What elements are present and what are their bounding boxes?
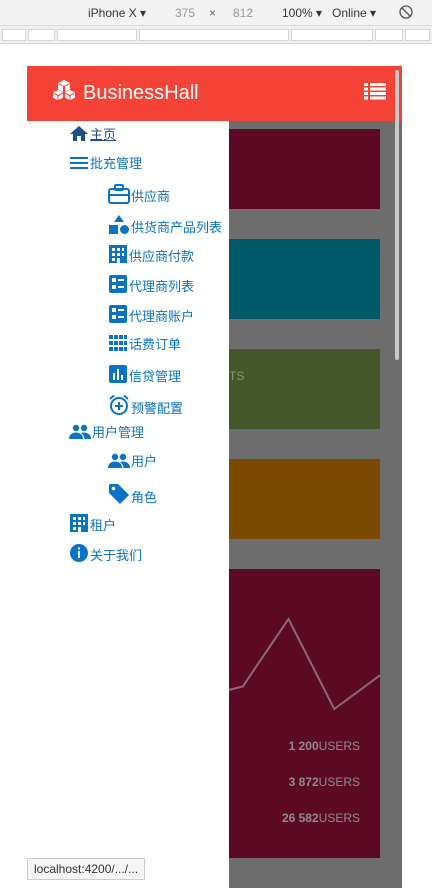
nav-item-users[interactable]: 用户 <box>108 453 157 469</box>
nav-label: 预警配置 <box>131 401 184 416</box>
building-icon <box>70 514 88 532</box>
stat-row: 3 872USERS <box>289 775 360 789</box>
nav-item-agent-account[interactable]: 代理商账户 <box>108 304 194 324</box>
stat-value: 3 872 <box>288 775 319 789</box>
nav-label: 关于我们 <box>90 548 143 563</box>
nav-item-credit[interactable]: 信贷管理 <box>108 364 181 384</box>
height-field[interactable]: 812 <box>233 6 253 20</box>
nav-item-alerts[interactable]: 预警配置 <box>108 394 183 416</box>
stat-unit: USERS <box>318 775 360 789</box>
nav-drawer: 主页 批充管理 供应商 供货商产品列表 供应商付款 代理商列表 代理商账户 话费… <box>27 121 229 888</box>
brand[interactable]: BusinessHall <box>51 79 199 107</box>
nav-label: 供应商 <box>131 189 171 204</box>
device-toolbar: iPhone X ▾ 375 × 812 100% ▾ Online ▾ <box>0 0 432 26</box>
list-box-icon <box>109 305 127 323</box>
card-faint-label: TS <box>229 369 245 383</box>
nav-label: 主页 <box>90 127 117 142</box>
nav-item-users-mgmt[interactable]: 用户管理 <box>69 424 144 440</box>
building-icon <box>109 245 127 263</box>
grid-icon <box>109 335 127 351</box>
nav-label: 批充管理 <box>90 156 143 171</box>
info-icon <box>70 544 88 562</box>
briefcase-icon <box>108 184 130 204</box>
nav-item-supplier-payment[interactable]: 供应商付款 <box>108 244 194 264</box>
app-frame: BusinessHall TS 1 200USERS 3 872USERS 26… <box>27 66 402 888</box>
cubes-logo-icon <box>51 79 77 107</box>
alarm-add-icon <box>109 394 129 415</box>
app-header: BusinessHall <box>27 66 402 121</box>
nav-label: 用户 <box>131 454 158 469</box>
dimension-separator: × <box>209 6 217 20</box>
zoom-label: 100% <box>282 6 313 20</box>
nav-item-home[interactable]: 主页 <box>69 125 116 142</box>
nav-item-tenant[interactable]: 租户 <box>69 513 116 533</box>
device-label: iPhone X <box>88 6 137 20</box>
nav-label: 话费订单 <box>129 337 182 352</box>
rotate-icon[interactable] <box>398 4 414 23</box>
network-label: Online <box>332 6 367 20</box>
status-bar-url: localhost:4200/.../... <box>27 858 146 880</box>
zoom-select[interactable]: 100% ▾ <box>282 6 322 20</box>
nav-item-batch[interactable]: 批充管理 <box>69 155 142 171</box>
nav-item-supplier[interactable]: 供应商 <box>108 184 170 204</box>
nav-label: 角色 <box>131 490 158 505</box>
list-icon <box>364 83 386 100</box>
nav-label: 用户管理 <box>92 425 145 440</box>
list-box-icon <box>109 275 127 293</box>
bar-chart-icon <box>109 365 127 383</box>
brand-title: BusinessHall <box>83 81 199 104</box>
stat-unit: USERS <box>318 739 360 753</box>
nav-label: 代理商账户 <box>129 309 195 324</box>
menu-icon <box>70 157 88 169</box>
stat-unit: USERS <box>318 811 360 825</box>
nav-label: 供货商产品列表 <box>131 220 223 235</box>
width-field[interactable]: 375 <box>175 6 195 20</box>
stat-row: 26 582USERS <box>282 811 360 825</box>
nav-label: 租户 <box>90 518 117 533</box>
media-query-ruler <box>0 26 432 44</box>
scrollbar[interactable] <box>395 70 399 360</box>
home-icon <box>70 126 88 141</box>
nav-item-phone-orders[interactable]: 话费订单 <box>108 334 181 352</box>
menu-toggle-button[interactable] <box>364 82 388 104</box>
stat-value: 1 200 <box>288 739 319 753</box>
nav-item-supplier-products[interactable]: 供货商产品列表 <box>108 214 222 235</box>
stat-row: 1 200USERS <box>289 739 360 753</box>
stat-value: 26 582 <box>281 811 319 825</box>
tag-icon <box>109 484 129 504</box>
network-select[interactable]: Online ▾ <box>332 6 376 20</box>
nav-item-roles[interactable]: 角色 <box>108 483 157 505</box>
device-select[interactable]: iPhone X ▾ <box>88 6 146 20</box>
nav-label: 供应商付款 <box>129 249 195 264</box>
people-icon <box>108 453 130 468</box>
nav-label: 信贷管理 <box>129 369 182 384</box>
people-icon <box>69 424 91 439</box>
nav-label: 代理商列表 <box>129 279 195 294</box>
shapes-icon <box>109 215 129 234</box>
nav-item-agent-list[interactable]: 代理商列表 <box>108 274 194 294</box>
nav-item-about[interactable]: 关于我们 <box>69 543 142 563</box>
